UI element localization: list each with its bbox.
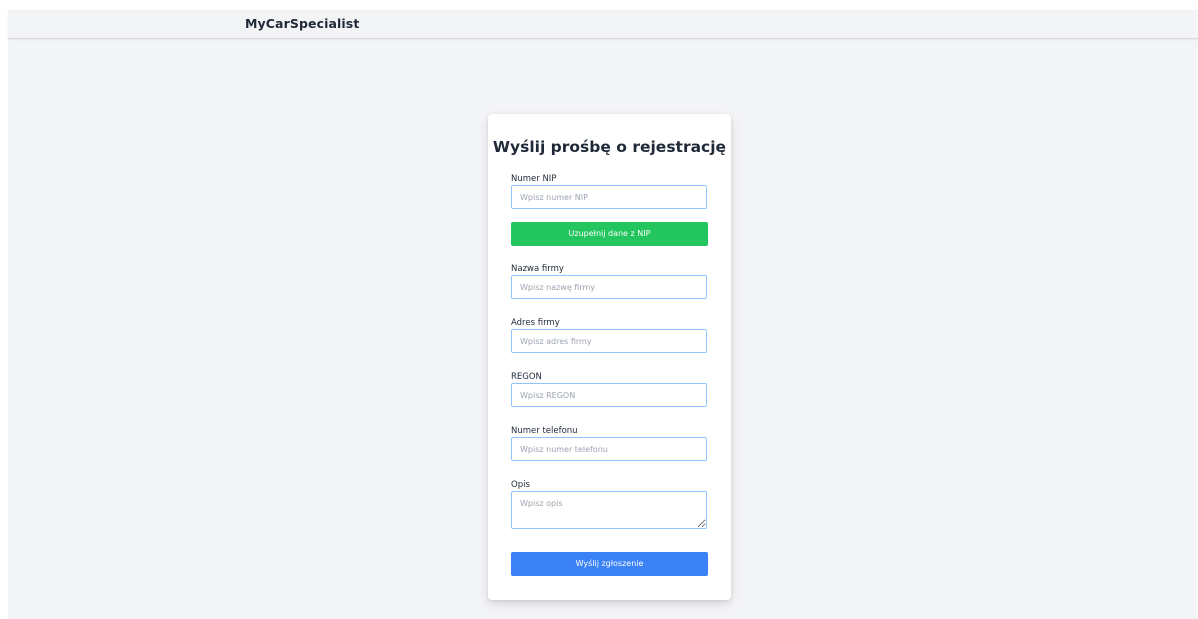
submit-button[interactable]: Wyślij zgłoszenie (511, 552, 708, 576)
registration-form-card: Wyślij prośbę o rejestrację Numer NIP Uz… (488, 114, 731, 600)
company-name-input[interactable] (511, 275, 707, 299)
description-label: Opis (511, 480, 530, 490)
regon-label: REGON (511, 372, 542, 382)
navbar: MyCarSpecialist (8, 10, 1198, 39)
brand-logo[interactable]: MyCarSpecialist (245, 16, 359, 31)
company-name-label: Nazwa firmy (511, 264, 564, 274)
regon-input[interactable] (511, 383, 707, 407)
page-background: MyCarSpecialist Wyślij prośbę o rejestra… (8, 10, 1198, 619)
phone-label: Numer telefonu (511, 426, 578, 436)
company-address-input[interactable] (511, 329, 707, 353)
company-address-label: Adres firmy (511, 318, 560, 328)
nip-input[interactable] (511, 185, 707, 209)
form-title: Wyślij prośbę o rejestrację (492, 138, 727, 156)
description-textarea[interactable] (511, 491, 707, 529)
fill-from-nip-button[interactable]: Uzupełnij dane z NIP (511, 222, 708, 246)
nip-label: Numer NIP (511, 174, 557, 184)
phone-input[interactable] (511, 437, 707, 461)
